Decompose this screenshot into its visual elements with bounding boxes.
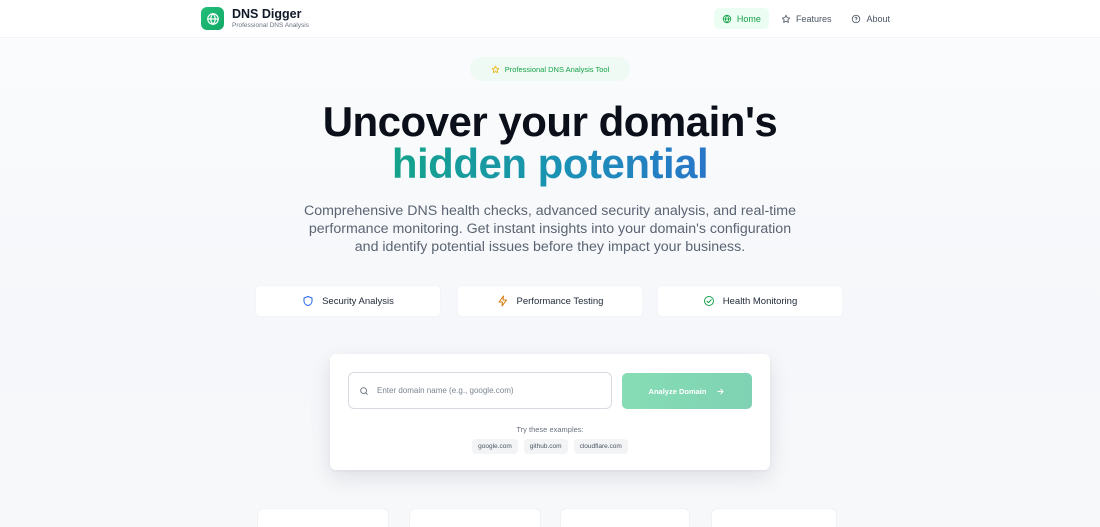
example-chip-google[interactable]: google.com (472, 439, 518, 454)
example-chip-cloudflare[interactable]: cloudflare.com (573, 439, 628, 454)
help-circle-icon (852, 14, 861, 23)
feature-health-label: Health Monitoring (722, 295, 798, 307)
top-navbar: DNS Digger Professional DNS Analysis Hom… (0, 0, 1100, 38)
nav-features[interactable]: Features (773, 8, 840, 29)
shield-icon (303, 296, 313, 306)
feature-security-analysis: Security Analysis (256, 286, 440, 316)
nav-home[interactable]: Home (713, 8, 769, 29)
nav-about[interactable]: About (843, 8, 898, 29)
globe-logo-icon (201, 7, 224, 30)
examples-label: Try these examples: (516, 425, 584, 434)
example-domains: google.com github.com cloudflare.com (330, 439, 770, 454)
hero-title-line1: Uncover your domain's (322, 98, 778, 145)
feature-security-label: Security Analysis (322, 295, 394, 307)
hero-description: Comprehensive DNS health checks, advance… (303, 203, 797, 255)
search-icon (360, 386, 368, 395)
arrow-right-icon (717, 388, 725, 394)
nav-features-label: Features (795, 13, 832, 24)
hero-badge: Professional DNS Analysis Tool (470, 57, 630, 81)
info-card (410, 509, 540, 527)
brand-title: DNS Digger (232, 6, 302, 21)
info-card (712, 509, 836, 527)
star-icon (781, 14, 791, 23)
brand-subtitle: Professional DNS Analysis (232, 21, 309, 29)
main-nav: Home Features About (710, 8, 898, 29)
domain-input[interactable] (377, 386, 597, 395)
feature-health-monitoring: Health Monitoring (658, 286, 842, 316)
feature-performance-label: Performance Testing (516, 295, 604, 307)
brand[interactable]: DNS Digger Professional DNS Analysis (201, 7, 309, 30)
zap-icon (498, 295, 507, 307)
nav-home-label: Home (736, 13, 761, 24)
info-card (561, 509, 689, 527)
analyze-domain-button[interactable]: Analyze Domain (622, 373, 752, 409)
hero-badge-label: Professional DNS Analysis Tool (504, 64, 610, 74)
domain-search-box[interactable] (348, 372, 612, 409)
hero-title-line2: hidden potential (0, 140, 1100, 188)
check-circle-icon (703, 296, 714, 306)
star-icon (491, 65, 500, 73)
feature-performance-testing: Performance Testing (458, 286, 642, 316)
info-card (258, 509, 388, 527)
example-chip-github[interactable]: github.com (523, 439, 568, 454)
nav-about-label: About (866, 13, 890, 24)
domain-search-card: Analyze Domain Try these examples: googl… (330, 354, 770, 470)
globe-icon (722, 14, 732, 23)
hero-title-highlight: hidden potential (391, 140, 709, 187)
analyze-button-label: Analyze Domain (648, 386, 707, 396)
